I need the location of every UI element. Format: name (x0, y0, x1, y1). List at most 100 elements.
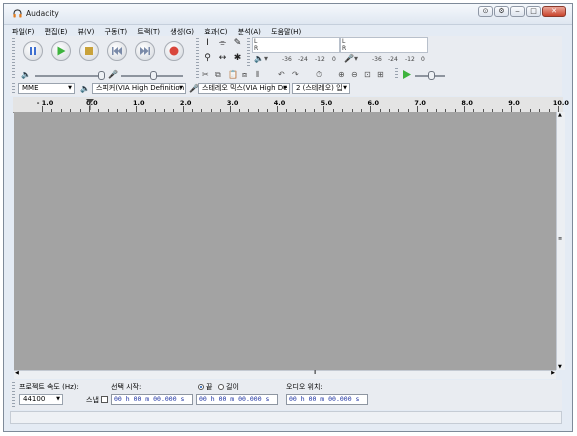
hscroll-grip-icon[interactable]: ⦀ (314, 370, 316, 376)
snap-checkbox[interactable] (101, 396, 108, 403)
audacity-logo-icon (13, 9, 22, 18)
cut-icon[interactable]: ✂ (202, 70, 209, 80)
multi-tool-icon[interactable]: ✱ (231, 52, 244, 65)
redo-icon[interactable]: ↷ (292, 70, 299, 80)
close-button[interactable]: ✕ (542, 6, 566, 17)
scroll-right-icon[interactable]: ▶ (551, 370, 555, 376)
play-at-speed-grip[interactable] (395, 68, 398, 80)
device-toolbar: MME ▼ 🔈 스피커(VIA High Definition ▼ 🎤 스테레오 믹… (10, 82, 562, 96)
edit-toolbar-grip[interactable] (196, 68, 199, 80)
input-channels-value: 2 (스테레오) 입 (296, 84, 343, 92)
play-at-speed-icon[interactable] (402, 70, 411, 79)
ruler-tick-label: 1.0 (133, 99, 145, 107)
undo-icon[interactable]: ↶ (278, 70, 285, 80)
envelope-tool-icon[interactable]: ⌯ (216, 37, 229, 50)
playback-scale-12: -12 (315, 56, 325, 63)
selection-end-time[interactable]: 00 h 00 m 00.000 s (196, 394, 278, 405)
play-button[interactable] (51, 41, 71, 61)
pause-icon (30, 47, 36, 55)
output-device-speaker-icon: 🔈 (80, 84, 90, 93)
horizontal-scrollbar[interactable]: ◀ ⦀ ▶ (14, 370, 556, 379)
playback-meter-right: R (254, 45, 259, 52)
record-scale-12: -12 (405, 56, 415, 63)
playhead-marker-icon (86, 99, 94, 110)
minimize-button[interactable]: ‒ (510, 6, 525, 17)
audio-position-time[interactable]: 00 h 00 m 00.000 s (286, 394, 368, 405)
ruler-tick-label: 3.0 (226, 99, 239, 107)
scroll-left-icon[interactable]: ◀ (15, 370, 19, 376)
chevron-down-icon: ▼ (283, 85, 287, 91)
trim-icon[interactable]: ⧈ (242, 70, 247, 80)
input-device-select[interactable]: 스테레오 믹스(VIA High De ▼ (198, 83, 290, 94)
window-title: Audacity (26, 9, 59, 18)
scroll-grip-icon[interactable]: ≡ (558, 236, 562, 242)
record-meter[interactable]: L R (340, 37, 428, 53)
selection-start-time[interactable]: 00 h 00 m 00.000 s (111, 394, 193, 405)
output-volume-slider[interactable] (98, 71, 105, 80)
scroll-down-icon[interactable]: ▼ (558, 364, 562, 370)
skip-to-start-button[interactable] (107, 41, 127, 61)
end-radio[interactable] (198, 384, 204, 390)
length-radio[interactable] (218, 384, 224, 390)
meter-grip[interactable] (247, 38, 250, 66)
input-volume-slider[interactable] (150, 71, 157, 80)
track-panel[interactable] (14, 112, 556, 370)
ruler-tick-label: 7.0 (414, 99, 426, 107)
timeline-ruler[interactable]: - 1.0 0.0 1.0 2.0 3.0 4.0 5.0 6.0 7.0 8.0 9.0 10.0 (13, 97, 569, 113)
paste-icon[interactable]: 📋 (228, 70, 238, 80)
project-rate-select[interactable]: 44100 ▼ (19, 394, 63, 405)
stop-button[interactable] (79, 41, 99, 61)
ruler-tick-label: 9.0 (508, 99, 520, 107)
sync-lock-icon[interactable]: ⏱ (316, 70, 322, 80)
record-icon (169, 46, 179, 56)
ruler-tick-label: 6.0 (367, 99, 380, 107)
audio-host-select[interactable]: MME ▼ (18, 83, 75, 94)
tools-grip[interactable] (196, 38, 199, 66)
playback-meter-speaker-icon[interactable]: 🔈▾ (254, 54, 268, 64)
skip-to-end-button[interactable] (135, 41, 155, 61)
copy-icon[interactable]: ⧉ (215, 70, 221, 80)
chevron-down-icon: ▼ (343, 85, 347, 91)
ruler-tick-label: 4.0 (273, 99, 286, 107)
zoom-out-icon[interactable]: ⊖ (351, 70, 358, 80)
zoom-tool-icon[interactable]: ⚲ (201, 52, 214, 65)
selection-start-label: 선택 시작: (111, 383, 142, 391)
device-toolbar-grip[interactable] (12, 83, 15, 95)
fit-project-icon[interactable]: ⊞ (377, 70, 384, 80)
ruler-tick-label: 10.0 (552, 99, 569, 107)
fit-selection-icon[interactable]: ⊡ (364, 70, 371, 80)
selection-tool-icon[interactable]: I (201, 37, 214, 50)
input-device-value: 스테레오 믹스(VIA High De (202, 84, 288, 92)
toolbar-grip[interactable] (12, 38, 15, 66)
record-meter-mic-icon[interactable]: 🎤▾ (344, 54, 358, 64)
scroll-up-icon[interactable]: ▲ (558, 112, 562, 118)
record-scale-36: -36 (372, 56, 382, 63)
audio-host-value: MME (22, 84, 39, 92)
output-volume-track[interactable] (35, 75, 103, 77)
selection-toolbar-grip[interactable] (12, 382, 15, 408)
timeshift-tool-icon[interactable]: ↔ (216, 52, 229, 65)
maximize-button[interactable]: □ (526, 6, 541, 17)
pause-button[interactable] (23, 41, 43, 61)
length-label: 길이 (226, 383, 239, 391)
input-channels-select[interactable]: 2 (스테레오) 입 ▼ (292, 83, 350, 94)
settings-button[interactable]: ⚙ (494, 6, 509, 17)
draw-tool-icon[interactable]: ✎ (231, 37, 244, 50)
playback-scale-36: -36 (282, 56, 292, 63)
output-device-select[interactable]: 스피커(VIA High Definition ▼ (92, 83, 186, 94)
playback-scale-0: 0 (332, 56, 336, 63)
chevron-down-icon: ▼ (56, 396, 60, 402)
silence-icon[interactable]: ⦀ (256, 70, 260, 80)
view-toggle-button[interactable]: ⊙ (478, 6, 493, 17)
zoom-in-icon[interactable]: ⊕ (338, 70, 345, 80)
project-rate-value: 44100 (23, 395, 46, 403)
title-bar: Audacity ⊙ ⚙ ‒ □ ✕ (4, 4, 572, 25)
play-icon (57, 46, 66, 56)
mixer-grip[interactable] (12, 68, 15, 80)
playback-scale-24: -24 (298, 56, 308, 63)
record-button[interactable] (164, 41, 184, 61)
play-speed-slider[interactable] (428, 71, 435, 80)
vertical-scrollbar[interactable]: ▲ ≡ ▼ (556, 112, 565, 370)
playback-meter[interactable]: L R (252, 37, 340, 53)
chevron-down-icon: ▼ (179, 85, 183, 91)
